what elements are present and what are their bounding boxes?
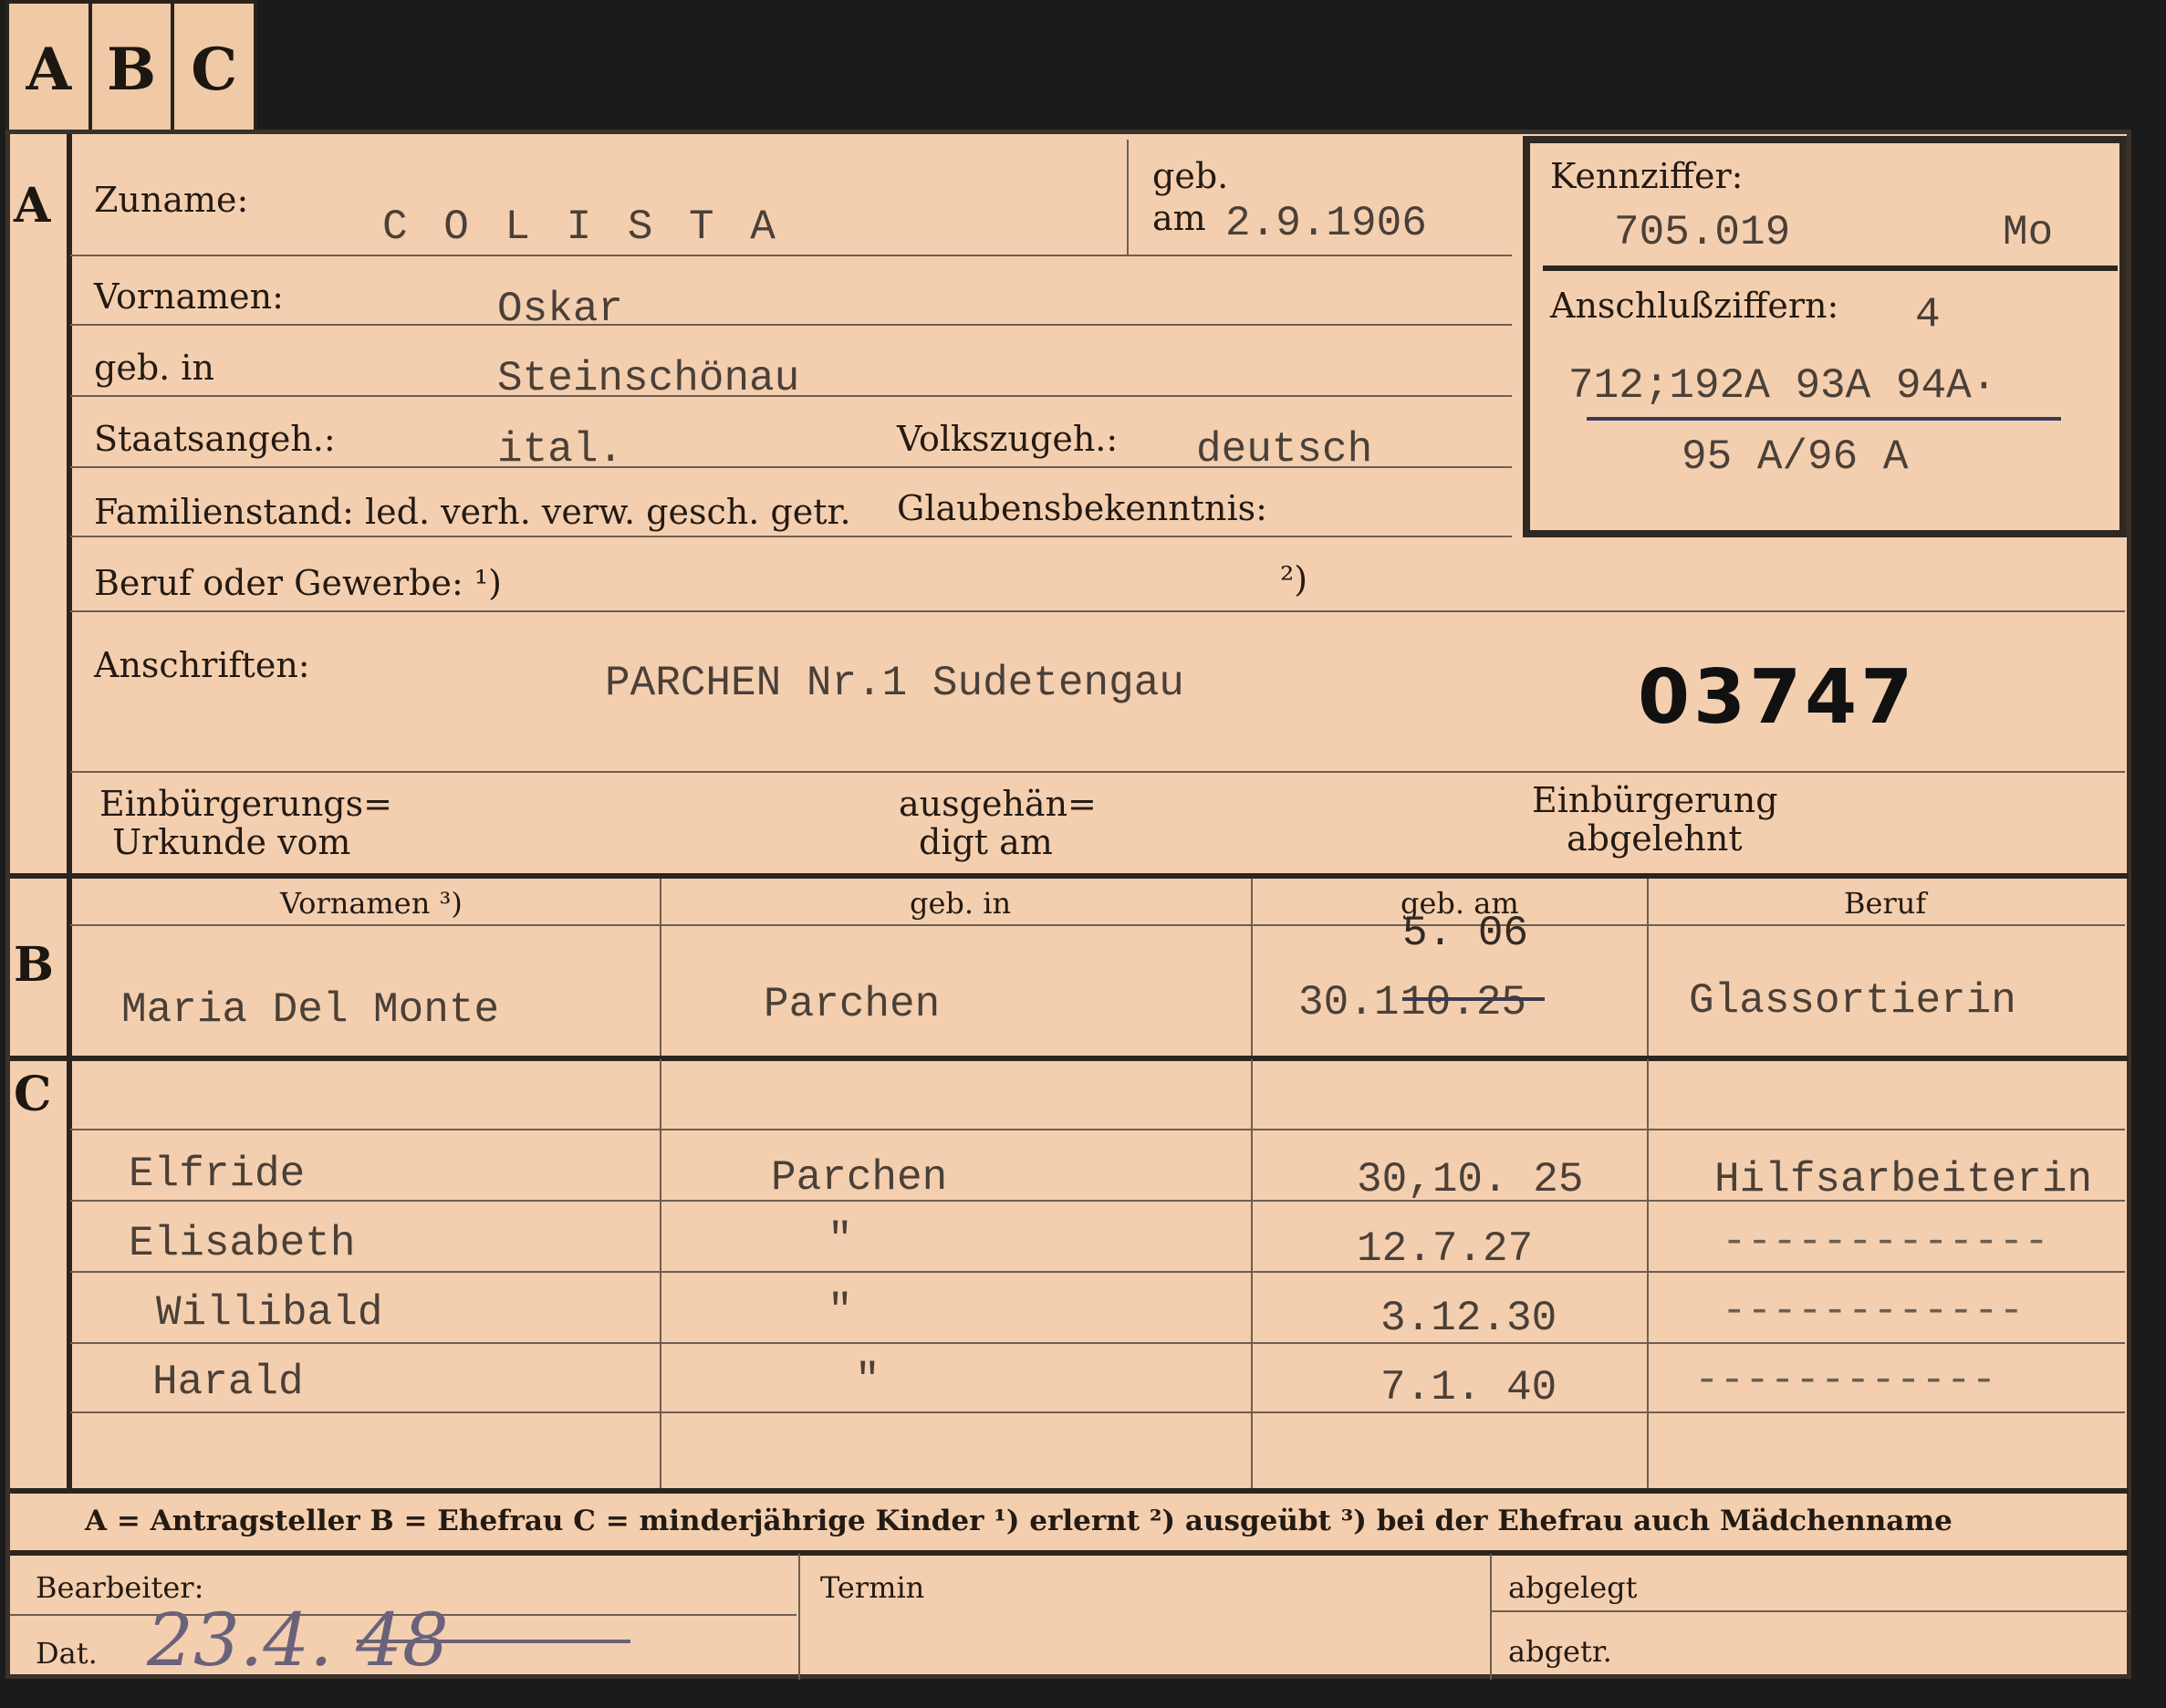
vornamen-label: Vornamen: — [94, 276, 284, 317]
dat-label: Dat. — [36, 1636, 98, 1671]
rule-geb-in — [70, 395, 1512, 397]
volkszugeh-label: Volkszugeh.: — [897, 419, 1119, 459]
akten-number: 03747 — [1638, 654, 1917, 741]
ausgehaen-label-1: ausgehän= — [899, 784, 1097, 824]
rule-b-header — [70, 924, 2125, 926]
c-row2-beruf: ------------- — [1722, 1218, 2049, 1265]
c-row3-beruf: ------------ — [1722, 1287, 2025, 1335]
glaubensbekenntnis-label: Glaubensbekenntnis: — [897, 488, 1267, 528]
c-row3-geb-in: " — [828, 1287, 853, 1335]
c-row2-name: Elisabeth — [129, 1220, 356, 1267]
c-row1-beruf: Hilfsarbeiterin — [1714, 1156, 2093, 1203]
c-row2-geb-in: " — [828, 1216, 853, 1264]
section-a-mark: A — [14, 178, 51, 234]
einbuergerungs-label-2: Urkunde vom — [112, 822, 351, 862]
b-beruf-value: Glassortierin — [1689, 977, 2016, 1025]
tab-a[interactable]: A — [9, 4, 92, 136]
rule-anschriften — [70, 771, 2125, 773]
c-row1-geb-am: 30,10. 25 — [1357, 1156, 1584, 1203]
rule-beruf — [70, 610, 2125, 612]
rule-vornamen — [70, 324, 1512, 326]
section-c-mark: C — [14, 1067, 52, 1122]
anschlussziffern-label: Anschlußziffern: — [1550, 286, 1839, 326]
c-row1-geb-in: Parchen — [771, 1154, 948, 1202]
rule-section-c-top — [10, 1056, 2129, 1061]
geb-am-value: 2.9.1906 — [1225, 200, 1427, 247]
rule-c-header — [70, 1129, 2125, 1130]
am-label: am — [1152, 198, 1206, 238]
einbuergerungs-label-1: Einbürgerungs= — [99, 784, 392, 824]
c-row4-geb-am: 7.1. 40 — [1380, 1364, 1557, 1411]
kennziffer-value: 705.019 — [1614, 209, 1791, 256]
kennziffer-label: Kennziffer: — [1550, 156, 1744, 196]
rule-legend-top — [10, 1488, 2129, 1494]
rule-section-b-top — [10, 873, 2129, 879]
kennziffer-suffix: Mo — [2003, 209, 2054, 256]
abgelegt-label: abgelegt — [1508, 1570, 1638, 1605]
c-row1-name: Elfride — [129, 1151, 306, 1198]
beruf-note2: ²) — [1280, 559, 1308, 599]
anschluss-count: 4 — [1915, 291, 1941, 338]
b-header-beruf: Beruf — [1844, 886, 1927, 921]
c-row4-geb-in: " — [855, 1357, 880, 1404]
anschrift-value: PARCHEN Nr.1 Sudetengau — [605, 660, 1184, 707]
anschluss-underline — [1587, 417, 2061, 421]
section-b-mark: B — [14, 937, 54, 993]
ausgehaen-label-2: digt am — [919, 822, 1053, 862]
b-vornamen-value: Maria Del Monte — [121, 986, 500, 1034]
abgelehnt-label-1: Einbürgerung — [1532, 780, 1778, 820]
beruf-label: Beruf oder Gewerbe: ¹) — [94, 563, 502, 603]
tab-c[interactable]: C — [174, 4, 254, 136]
zuname-value: C O L I S T A — [382, 203, 781, 251]
c-row4-beruf: ------------ — [1694, 1357, 1997, 1404]
registration-card: A Zuname: C O L I S T A geb. am 2.9.1906… — [5, 130, 2131, 1682]
b-header-geb-in: geb. in — [910, 886, 1012, 921]
anschluss-line1: 712;192A 93A 94A· — [1568, 362, 1997, 410]
b-geb-am-correction: 5. 06 — [1402, 910, 1529, 957]
kennziffer-box: Kennziffer: 705.019 Mo Anschlußziffern: … — [1523, 136, 2127, 537]
rule-c-row3 — [70, 1342, 2125, 1344]
rule-c-row4 — [70, 1411, 2125, 1413]
b-geb-am-value: 30.1 — [1298, 979, 1400, 1026]
c-row4-name: Harald — [152, 1359, 304, 1406]
rule-staatsangeh — [70, 466, 1512, 468]
rule-zuname — [70, 255, 1512, 256]
staatsangeh-label: Staatsangeh.: — [94, 419, 336, 459]
tab-b[interactable]: B — [92, 4, 175, 136]
footer-col-2 — [1490, 1554, 1492, 1680]
left-margin-rule — [67, 134, 72, 1492]
rule-legend-bottom — [10, 1550, 2129, 1556]
anschluss-line2: 95 A/96 A — [1682, 433, 1909, 481]
rule-abgelegt — [1492, 1610, 2129, 1612]
anschriften-label: Anschriften: — [94, 645, 310, 685]
c-row3-name: Willibald — [156, 1289, 383, 1337]
legend-text: A = Antragsteller B = Ehefrau C = minder… — [85, 1505, 1953, 1537]
geb-in-label: geb. in — [94, 348, 214, 388]
abgelehnt-label-2: abgelehnt — [1567, 818, 1743, 859]
c-col-3 — [1647, 1059, 1649, 1488]
rule-c-row2 — [70, 1271, 2125, 1273]
c-col-1 — [660, 1059, 661, 1488]
zuname-label: Zuname: — [94, 180, 249, 220]
c-row2-geb-am: 12.7.27 — [1357, 1225, 1534, 1273]
b-geb-am-strikeout — [1402, 997, 1545, 1001]
familienstand-label: Familienstand: led. verh. verw. gesch. g… — [94, 492, 851, 532]
vornamen-value: Oskar — [497, 286, 624, 333]
geb-label: geb. — [1152, 156, 1229, 196]
termin-label: Termin — [820, 1570, 925, 1605]
b-header-vornamen: Vornamen ³) — [280, 886, 463, 921]
tab-strip: A B C — [5, 0, 257, 136]
footer-col-1 — [798, 1554, 800, 1680]
c-col-2 — [1251, 1059, 1253, 1488]
rule-familienstand — [70, 536, 1512, 537]
dat-strike-line — [357, 1640, 630, 1643]
kennziffer-rule — [1543, 266, 2118, 271]
c-row3-geb-am: 3.12.30 — [1380, 1295, 1557, 1342]
b-geb-in-value: Parchen — [764, 981, 941, 1028]
b-geb-am-struck: 10.25 — [1401, 979, 1527, 1026]
divider-geb — [1127, 140, 1129, 255]
abgetr-label: abgetr. — [1508, 1634, 1612, 1669]
